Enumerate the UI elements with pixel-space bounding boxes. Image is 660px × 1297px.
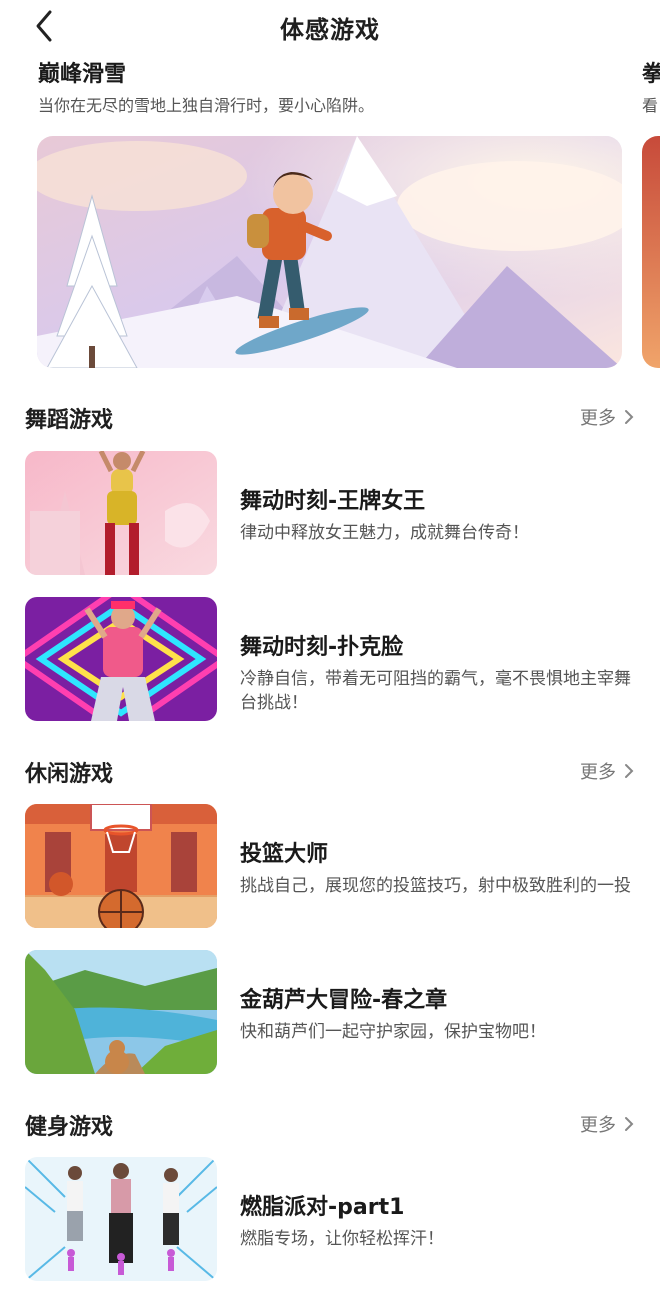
game-description: 挑战自己，展现您的投篮技巧，射中极致胜利的一投 <box>240 876 631 896</box>
more-button[interactable]: 更多 <box>580 404 636 430</box>
featured-carousel[interactable]: 巅峰滑雪 当你在无尽的雪地上独自滑行时，要小心陷阱。 拳 看 <box>0 56 660 372</box>
game-title: 舞动时刻-扑克脸 <box>240 635 404 660</box>
banner-image-ski[interactable] <box>37 136 622 368</box>
game-thumbnail <box>25 451 217 575</box>
game-item[interactable]: 舞动时刻-王牌女王 律动中释放女王魅力，成就舞台传奇！ <box>25 451 635 577</box>
top-bar: 体感游戏 <box>0 0 660 52</box>
banner-card-next[interactable]: 拳 看 <box>642 56 660 116</box>
more-label: 更多 <box>580 408 616 429</box>
banner-title: 拳 <box>642 62 660 87</box>
game-description: 快和葫芦们一起守护家园，保护宝物吧！ <box>240 1022 546 1042</box>
more-label: 更多 <box>580 1115 616 1136</box>
more-label: 更多 <box>580 762 616 783</box>
banner-image-next[interactable] <box>642 136 660 368</box>
game-title: 燃脂派对-part1 <box>240 1195 405 1220</box>
game-item[interactable]: 舞动时刻-扑克脸 冷静自信，带着无可阻挡的霸气，毫不畏惧地主宰舞台挑战！ <box>25 597 635 723</box>
section-title: 舞蹈游戏 <box>25 408 114 433</box>
more-button[interactable]: 更多 <box>580 1111 636 1137</box>
chevron-right-icon <box>625 410 634 424</box>
ski-scene-illustration <box>37 136 622 368</box>
game-thumbnail <box>25 950 217 1074</box>
game-description: 冷静自信，带着无可阻挡的霸气，毫不畏惧地主宰舞台挑战！ <box>240 669 631 713</box>
game-title: 舞动时刻-王牌女王 <box>240 489 426 514</box>
banner-description: 当你在无尽的雪地上独自滑行时，要小心陷阱。 <box>38 96 375 115</box>
game-item[interactable]: 金葫芦大冒险-春之章 快和葫芦们一起守护家园，保护宝物吧！ <box>25 950 635 1076</box>
banner-card[interactable]: 巅峰滑雪 当你在无尽的雪地上独自滑行时，要小心陷阱。 <box>38 56 628 116</box>
section-dance-header: 舞蹈游戏 更多 <box>0 396 660 436</box>
banner-title: 巅峰滑雪 <box>38 62 127 87</box>
section-title: 健身游戏 <box>25 1115 114 1140</box>
page-title: 体感游戏 <box>280 16 380 44</box>
game-description: 燃脂专场，让你轻松挥汗！ <box>240 1229 444 1249</box>
game-item[interactable]: 投篮大师 挑战自己，展现您的投篮技巧，射中极致胜利的一投 <box>25 804 635 930</box>
game-description: 律动中释放女王魅力，成就舞台传奇！ <box>240 523 529 543</box>
section-fitness-header: 健身游戏 更多 <box>0 1103 660 1143</box>
more-button[interactable]: 更多 <box>580 758 636 784</box>
banner-description: 看 <box>642 96 659 115</box>
chevron-right-icon <box>625 1117 634 1131</box>
game-thumbnail <box>25 1157 217 1281</box>
chevron-right-icon <box>625 764 634 778</box>
game-thumbnail <box>25 597 217 721</box>
game-thumbnail <box>25 804 217 928</box>
section-title: 休闲游戏 <box>25 762 114 787</box>
game-title: 投篮大师 <box>240 842 329 867</box>
section-casual-header: 休闲游戏 更多 <box>0 750 660 790</box>
game-title: 金葫芦大冒险-春之章 <box>240 988 448 1013</box>
game-item[interactable]: 燃脂派对-part1 燃脂专场，让你轻松挥汗！ <box>25 1157 635 1283</box>
